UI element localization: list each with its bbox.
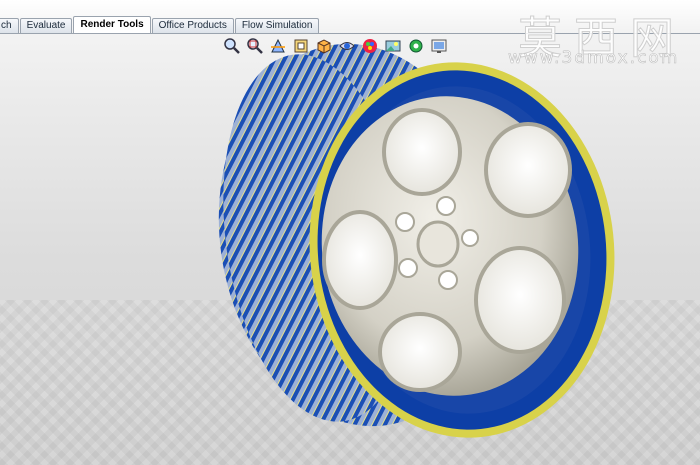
display-style-icon[interactable]	[314, 36, 334, 56]
watermark-url: www.3dmox.com	[508, 48, 680, 69]
heads-up-view-toolbar	[222, 36, 449, 56]
section-view-icon[interactable]	[268, 36, 288, 56]
apply-scene-icon[interactable]	[383, 36, 403, 56]
wheel-model[interactable]	[0, 0, 700, 465]
render-icon[interactable]	[429, 36, 449, 56]
hide-show-items-icon[interactable]	[337, 36, 357, 56]
tab-office-products[interactable]: Office Products	[151, 18, 234, 33]
zoom-to-fit-icon[interactable]	[222, 36, 242, 56]
view-orientation-icon[interactable]	[291, 36, 311, 56]
view-settings-icon[interactable]	[406, 36, 426, 56]
tab-evaluate[interactable]: Evaluate	[19, 18, 73, 33]
edit-appearance-icon[interactable]	[360, 36, 380, 56]
zoom-to-area-icon[interactable]	[245, 36, 265, 56]
tab-render-tools[interactable]: Render Tools	[73, 16, 151, 33]
tab-flow-simulation[interactable]: Flow Simulation	[234, 18, 320, 33]
graphics-viewport[interactable]: ch Evaluate Render Tools Office Products…	[0, 0, 700, 465]
tab-sketch[interactable]: ch	[0, 18, 19, 33]
